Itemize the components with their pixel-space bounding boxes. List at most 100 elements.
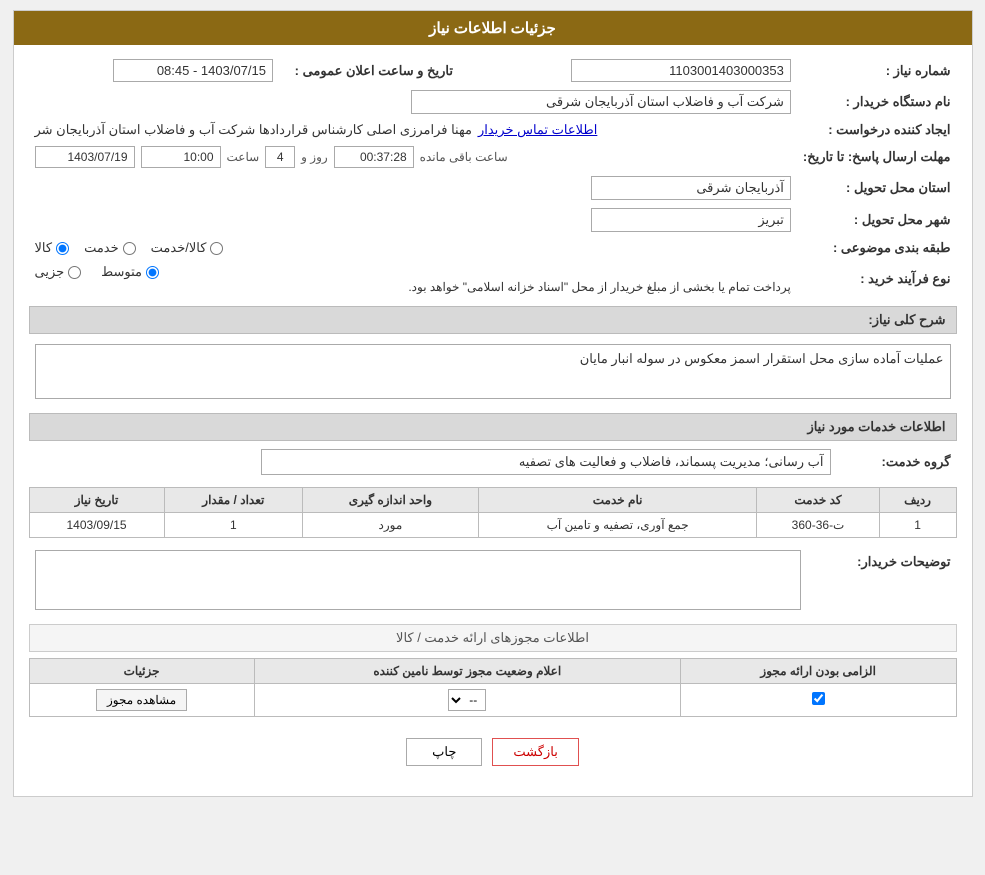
col-service-name: نام خدمت	[478, 488, 757, 513]
purchase-type-label-partial: جزیی	[35, 264, 65, 280]
category-radio-kala-khedmat[interactable]	[210, 242, 223, 255]
table-cell-qty: 1	[164, 513, 303, 538]
col-unit: واحد اندازه گیری	[303, 488, 479, 513]
need-desc-table: عملیات آماده سازی محل استقرار اسمز معکوس…	[29, 338, 957, 405]
creator-contact-link[interactable]: اطلاعات تماس خریدار	[478, 122, 597, 138]
announce-date-value-cell: 1403/07/15 - 08:45	[29, 55, 280, 86]
category-radio-kala[interactable]	[56, 242, 69, 255]
creator-value-cell: اطلاعات تماس خریدار مهنا فرامرزی اصلی کا…	[29, 118, 797, 142]
need-desc-textarea[interactable]: عملیات آماده سازی محل استقرار اسمز معکوس…	[35, 344, 951, 399]
permit-status-cell: --	[254, 684, 680, 717]
table-cell-unit: مورد	[303, 513, 479, 538]
col-date: تاریخ نیاز	[29, 488, 164, 513]
category-radio-khedmat[interactable]	[123, 242, 136, 255]
bottom-buttons-area: بازگشت چاپ	[29, 723, 957, 786]
category-option-2[interactable]: خدمت	[84, 240, 136, 256]
response-date-input: 1403/07/19	[35, 146, 135, 168]
table-cell-name: جمع آوری، تصفیه و تامین آب	[478, 513, 757, 538]
permit-required-checkbox[interactable]	[812, 692, 825, 705]
response-deadline-label: مهلت ارسال پاسخ: تا تاریخ:	[797, 142, 957, 172]
table-cell-row: 1	[879, 513, 956, 538]
services-table: ردیف کد خدمت نام خدمت واحد اندازه گیری ت…	[29, 487, 957, 538]
print-button[interactable]: چاپ	[406, 738, 482, 766]
category-row: طبقه بندی موضوعی : کالا/خدمت خدمت	[29, 236, 957, 260]
table-row: 1ت-36-360جمع آوری، تصفیه و تامین آبمورد1…	[29, 513, 956, 538]
category-option-1[interactable]: کالا	[35, 240, 70, 256]
day-label: روز و	[301, 150, 328, 164]
purchase-type-label-medium: متوسط	[101, 264, 142, 280]
purchase-type-radio-medium[interactable]	[146, 266, 159, 279]
permits-title-bar: اطلاعات مجوزهای ارائه خدمت / کالا	[29, 624, 957, 652]
service-group-value-cell: آب رسانی؛ مدیریت پسماند، فاضلاب و فعالیت…	[29, 445, 837, 479]
main-form-table: شماره نیاز : 1103001403000353 تاریخ و سا…	[29, 55, 957, 298]
need-number-input: 1103001403000353	[571, 59, 791, 82]
services-table-body: 1ت-36-360جمع آوری، تصفیه و تامین آبمورد1…	[29, 513, 956, 538]
creator-row: ایجاد کننده درخواست : اطلاعات تماس خریدا…	[29, 118, 957, 142]
purchase-type-row: نوع فرآیند خرید : متوسط جزیی	[29, 260, 957, 298]
need-desc-section-header: شرح کلی نیاز:	[29, 306, 957, 334]
buyer-org-value-cell: شرکت آب و فاضلاب استان آذربایجان شرقی	[29, 86, 797, 118]
col-permit-status: اعلام وضعیت مجوز توسط نامین کننده	[254, 659, 680, 684]
permits-header-row: الزامی بودن ارائه مجوز اعلام وضعیت مجوز …	[29, 659, 956, 684]
category-label-khedmat: خدمت	[84, 240, 119, 256]
category-option-3[interactable]: کالا/خدمت	[151, 240, 224, 256]
page-title: جزئیات اطلاعات نیاز	[14, 11, 972, 45]
category-label-kala-khedmat: کالا/خدمت	[151, 240, 207, 256]
city-label: شهر محل تحویل :	[797, 204, 957, 236]
announce-date-input: 1403/07/15 - 08:45	[113, 59, 273, 82]
service-group-input: آب رسانی؛ مدیریت پسماند، فاضلاب و فعالیت…	[261, 449, 831, 475]
buyer-org-input: شرکت آب و فاضلاب استان آذربایجان شرقی	[411, 90, 791, 114]
province-value-cell: آذربایجان شرقی	[29, 172, 797, 204]
permit-status-select[interactable]: --	[448, 689, 486, 711]
province-row: استان محل تحویل : آذربایجان شرقی	[29, 172, 957, 204]
need-desc-cell: عملیات آماده سازی محل استقرار اسمز معکوس…	[31, 340, 955, 403]
col-row-num: ردیف	[879, 488, 956, 513]
category-label-kala: کالا	[35, 240, 53, 256]
buyer-note-row: توضیحات خریدار:	[29, 546, 957, 614]
permit-required-cell	[680, 684, 956, 717]
response-deadline-row: مهلت ارسال پاسخ: تا تاریخ: ساعت باقی مان…	[29, 142, 957, 172]
service-group-label: گروه خدمت:	[837, 445, 957, 479]
need-number-label: شماره نیاز :	[797, 55, 957, 86]
permits-row: -- مشاهده مجوز	[29, 684, 956, 717]
buyer-note-table: توضیحات خریدار:	[29, 546, 957, 614]
buyer-note-input[interactable]	[35, 550, 801, 610]
time-input: 10:00	[141, 146, 221, 168]
buyer-org-row: نام دستگاه خریدار : شرکت آب و فاضلاب است…	[29, 86, 957, 118]
city-value-cell: تبریز	[29, 204, 797, 236]
remaining-label: ساعت باقی مانده	[420, 150, 508, 164]
permits-table-body: -- مشاهده مجوز	[29, 684, 956, 717]
need-number-value-cell: 1103001403000353	[459, 55, 797, 86]
content-area: شماره نیاز : 1103001403000353 تاریخ و سا…	[14, 45, 972, 796]
days-input: 4	[265, 146, 295, 168]
back-button[interactable]: بازگشت	[492, 738, 578, 766]
services-table-header: ردیف کد خدمت نام خدمت واحد اندازه گیری ت…	[29, 488, 956, 513]
purchase-type-option-1[interactable]: جزیی	[35, 264, 82, 280]
purchase-type-radio-group: متوسط جزیی	[35, 264, 791, 280]
purchase-type-option-2[interactable]: متوسط	[101, 264, 159, 280]
permits-table: الزامی بودن ارائه مجوز اعلام وضعیت مجوز …	[29, 658, 957, 717]
buyer-note-label: توضیحات خریدار:	[807, 546, 957, 614]
city-row: شهر محل تحویل : تبریز	[29, 204, 957, 236]
permit-details-cell: مشاهده مجوز	[29, 684, 254, 717]
table-cell-code: ت-36-360	[757, 513, 879, 538]
view-permit-button[interactable]: مشاهده مجوز	[96, 689, 187, 711]
category-label: طبقه بندی موضوعی :	[797, 236, 957, 260]
col-qty: تعداد / مقدار	[164, 488, 303, 513]
city-input: تبریز	[591, 208, 791, 232]
service-group-row: گروه خدمت: آب رسانی؛ مدیریت پسماند، فاضل…	[29, 445, 957, 479]
category-value-cell: کالا/خدمت خدمت کالا	[29, 236, 797, 260]
response-deadline-value-cell: ساعت باقی مانده 00:37:28 روز و 4 ساعت 10…	[29, 142, 797, 172]
table-cell-date: 1403/09/15	[29, 513, 164, 538]
col-permit-required: الزامی بودن ارائه مجوز	[680, 659, 956, 684]
time-label: ساعت	[227, 150, 260, 164]
services-section-header: اطلاعات خدمات مورد نیاز	[29, 413, 957, 441]
permits-table-header: الزامی بودن ارائه مجوز اعلام وضعیت مجوز …	[29, 659, 956, 684]
category-radio-group: کالا/خدمت خدمت کالا	[35, 240, 791, 256]
province-label: استان محل تحویل :	[797, 172, 957, 204]
buyer-note-value-cell	[29, 546, 807, 614]
purchase-type-radio-partial[interactable]	[68, 266, 81, 279]
province-input: آذربایجان شرقی	[591, 176, 791, 200]
need-desc-row: عملیات آماده سازی محل استقرار اسمز معکوس…	[31, 340, 955, 403]
col-service-code: کد خدمت	[757, 488, 879, 513]
